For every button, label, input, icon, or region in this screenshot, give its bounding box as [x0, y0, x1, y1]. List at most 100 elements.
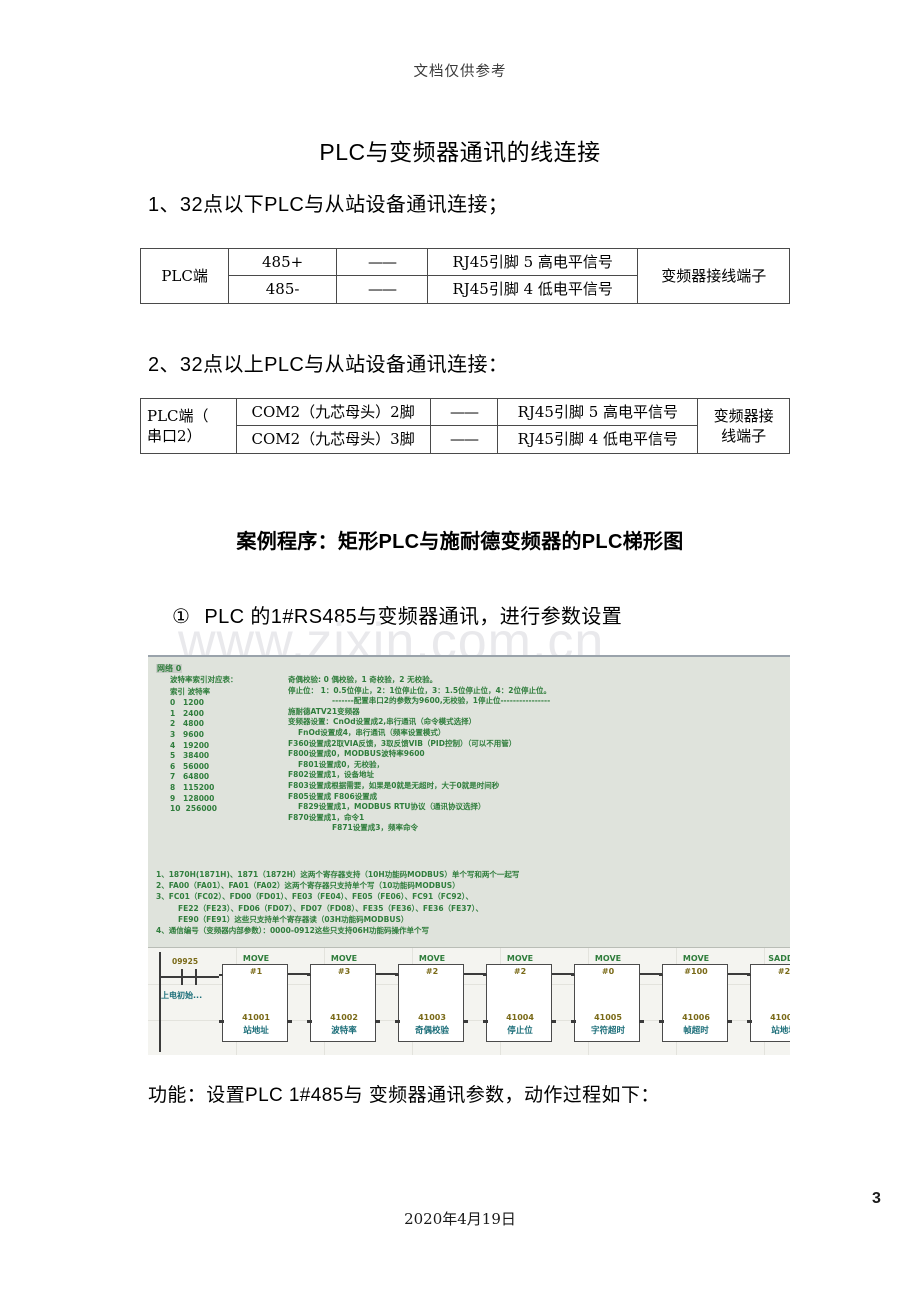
t2-rj45-1: RJ45引脚 5 高电平信号 — [497, 397, 699, 427]
ladder-block-output: 41002 — [330, 1013, 358, 1022]
ladder-block-move[interactable]: MOVE #100 41006 帧超时 — [659, 954, 732, 1042]
ladder-pin-icon — [659, 974, 663, 976]
parameter-comment-line: F829设置成1，MODBUS RTU协议（通讯协议选择） — [298, 802, 486, 812]
ladder-block-output: 41006 — [682, 1013, 710, 1022]
ladder-pin-icon — [571, 974, 575, 976]
function-note: 功能：设置PLC 1#485与 变频器通讯参数，动作过程如下： — [148, 1085, 660, 1106]
t2-dash-1: —— — [429, 397, 499, 427]
parameter-comment-line: F871设置成3，频率命令 — [332, 823, 418, 833]
ladder-pin-icon — [287, 1020, 292, 1023]
contact-bar-right-icon — [195, 969, 197, 985]
parameter-comment-line: -------配置串口2的参数为9600,无校验，1停止位-----------… — [332, 696, 551, 706]
ladder-pin-icon — [307, 1020, 312, 1023]
register-note-line: FE22（FE23）、FD06（FD07）、FD07（FD08）、FE35（FE… — [178, 903, 483, 913]
t1-rj45-2: RJ45引脚 4 低电平信号 — [426, 275, 639, 304]
ladder-block-input: #2 — [513, 967, 527, 976]
ladder-block-move[interactable]: MOVE #2 41003 奇偶校验 — [395, 954, 468, 1042]
ladder-block-move[interactable]: MOVE #2 41004 停止位 — [483, 954, 556, 1042]
t1-plc-label: PLC端 — [139, 248, 230, 304]
ladder-pin-icon — [395, 1020, 400, 1023]
t2-com-2: COM2（九芯母头）3脚 — [235, 425, 431, 454]
table-row: PLC端（ 串口2） COM2（九芯母头）2脚 —— RJ45引脚 5 高电平信… — [140, 397, 790, 454]
ladder-pin-icon — [747, 1020, 752, 1023]
ladder-block-name: MOVE — [506, 954, 534, 963]
ladder-block-move[interactable]: MOVE #3 41002 波特率 — [307, 954, 380, 1042]
ladder-pin-icon — [639, 1020, 644, 1023]
t1-dash-2: —— — [335, 275, 428, 304]
ladder-block-name: MOVE — [330, 954, 358, 963]
ladder-pin-icon — [463, 1020, 468, 1023]
ladder-block-move[interactable]: MOVE #1 41001 站地址 — [219, 954, 292, 1042]
parameter-comment-line: 施耐德ATV21变频器 — [288, 706, 360, 716]
t2-com-1: COM2（九芯母头）2脚 — [235, 397, 431, 427]
ladder-pin-icon — [483, 1020, 488, 1023]
parameter-comment-lines: 奇偶校验: 0 偶校验，1 奇校验，2 无校验。 停止位： 1：0.5位停止，2：… — [288, 675, 788, 834]
parameter-comment-line: F800设置成0，MODBUS波特率9600 — [288, 749, 425, 759]
ladder-diagram: 09925 上电初始... MOVE #1 41001 站地址 MOVE #3 41002 波… — [148, 947, 790, 1055]
parameter-comment-line: F805设置成 F806设置成 — [288, 791, 378, 801]
ladder-block-comment: 停止位 — [507, 1026, 533, 1036]
document-page: 文档仅供参考 PLC与变频器通讯的线连接 1、32点以下PLC与从站设备通讯连接… — [0, 0, 920, 1302]
ladder-block-input: #0 — [601, 967, 615, 976]
parameter-comment-line: F802设置成1，设备地址 — [288, 770, 374, 780]
case-program-heading: 案例程序：矩形PLC与施耐德变频器的PLC梯形图 — [236, 531, 684, 553]
ladder-block-output: 41001 — [242, 1013, 270, 1022]
register-note-line: 4、通信编号（变频器内部参数）：0000-0912这些只支持06H功能码操作单个… — [156, 926, 430, 936]
contact-address: 09925 — [172, 957, 199, 966]
ladder-block-input: #2 — [425, 967, 439, 976]
ladder-block-name: MOVE — [594, 954, 622, 963]
parameter-comment-line: F360设置成2取VIA反馈，3取反馈VIB（PID控制）（可以不用管） — [288, 738, 517, 748]
t2-plc-label: PLC端（ 串口2） — [140, 398, 237, 454]
ladder-block-name: MOVE — [242, 954, 270, 963]
ladder-block-comment: 站地址 — [243, 1026, 269, 1036]
ladder-block-output: 41004 — [506, 1013, 534, 1022]
t1-dash-1: —— — [335, 247, 428, 277]
t2-terminal-label-line1: 变频器接 — [713, 406, 774, 425]
t1-terminal-label: 变频器接线端子 — [637, 248, 790, 304]
ladder-pin-icon — [747, 974, 751, 976]
ladder-block-output: 41005 — [594, 1013, 622, 1022]
ladder-block-name: SADDR — [768, 954, 790, 963]
ladder-pin-icon — [571, 1020, 576, 1023]
ladder-block-comment: 字符超时 — [590, 1026, 625, 1036]
ladder-block-comment: 奇偶校验 — [414, 1026, 449, 1036]
footer-date: 2020年4月19日 — [404, 1210, 516, 1228]
t2-terminal-label: 变频器接 线端子 — [697, 398, 790, 454]
t2-plc-label-line1: PLC端（ — [147, 406, 209, 425]
wiring-table-1: PLC端 485+ —— RJ45引脚 5 高电平信号 变频器接线端子 485-… — [139, 247, 790, 304]
page-number: 3 — [872, 1190, 881, 1207]
ladder-block-comment: 帧超时 — [683, 1026, 709, 1036]
document-header-note: 文档仅供参考 — [413, 64, 507, 80]
ladder-block-input: #2 — [777, 967, 790, 976]
ladder-block-name: MOVE — [682, 954, 710, 963]
embedded-plc-screenshot: 网络 0 波特率索引对应表： 索引 波特率 0 1200 1 2400 2 4800… — [148, 655, 790, 1055]
contact-comment: 上电初始... — [161, 991, 203, 1000]
ladder-pin-icon — [395, 974, 399, 976]
register-notes: 1、1870H(1871H)、1871（1872H）这两个寄存器支持（10H功能… — [156, 869, 786, 936]
register-note-line: 1、1870H(1871H)、1871（1872H）这两个寄存器支持（10H功能… — [156, 870, 520, 879]
wiring-table-2: PLC端（ 串口2） COM2（九芯母头）2脚 —— RJ45引脚 5 高电平信… — [140, 397, 790, 454]
section-heading-1: 1、32点以下PLC与从站设备通讯连接； — [148, 194, 509, 216]
parameter-comment-line: 变频器设置：CnOd设置成2,串行通讯（命令模式选择） — [288, 717, 477, 727]
t1-signal-2: 485- — [228, 275, 337, 304]
ladder-block-comment: 波特率 — [331, 1026, 357, 1036]
parameter-comment-line: F801设置成0，无校验， — [298, 759, 384, 769]
ladder-block-move[interactable]: MOVE #0 41005 字符超时 — [571, 954, 644, 1042]
ladder-block-output: 41001 — [770, 1013, 790, 1022]
ladder-block-saddr[interactable]: SADDR #2 41001 站地址 — [747, 954, 790, 1042]
t1-signal-1: 485+ — [228, 247, 337, 277]
parameter-comment-line: FnOd设置成4，串行通讯（频率设置模式） — [298, 727, 446, 737]
t2-rj45-2: RJ45引脚 4 低电平信号 — [497, 425, 699, 454]
ladder-block-input: #1 — [249, 967, 263, 976]
parameter-comment-line: 停止位： 1：0.5位停止，2：1位停止位，3：1.5位停止位，4：2位停止位。 — [288, 685, 551, 695]
ladder-block-input: #3 — [337, 967, 351, 976]
ladder-pin-icon — [659, 1020, 664, 1023]
t1-rj45-1: RJ45引脚 5 高电平信号 — [426, 247, 639, 277]
ladder-contact[interactable] — [161, 969, 219, 985]
parameter-comment-line: 奇偶校验: 0 偶校验，1 奇校验，2 无校验。 — [288, 675, 438, 684]
t2-terminal-label-line2: 线端子 — [721, 426, 767, 445]
ladder-pin-icon — [551, 1020, 556, 1023]
ladder-pin-icon — [375, 1020, 380, 1023]
parameter-comment-line: F870设置成1，命令1 — [288, 812, 365, 822]
contact-bar-left-icon — [181, 969, 183, 985]
